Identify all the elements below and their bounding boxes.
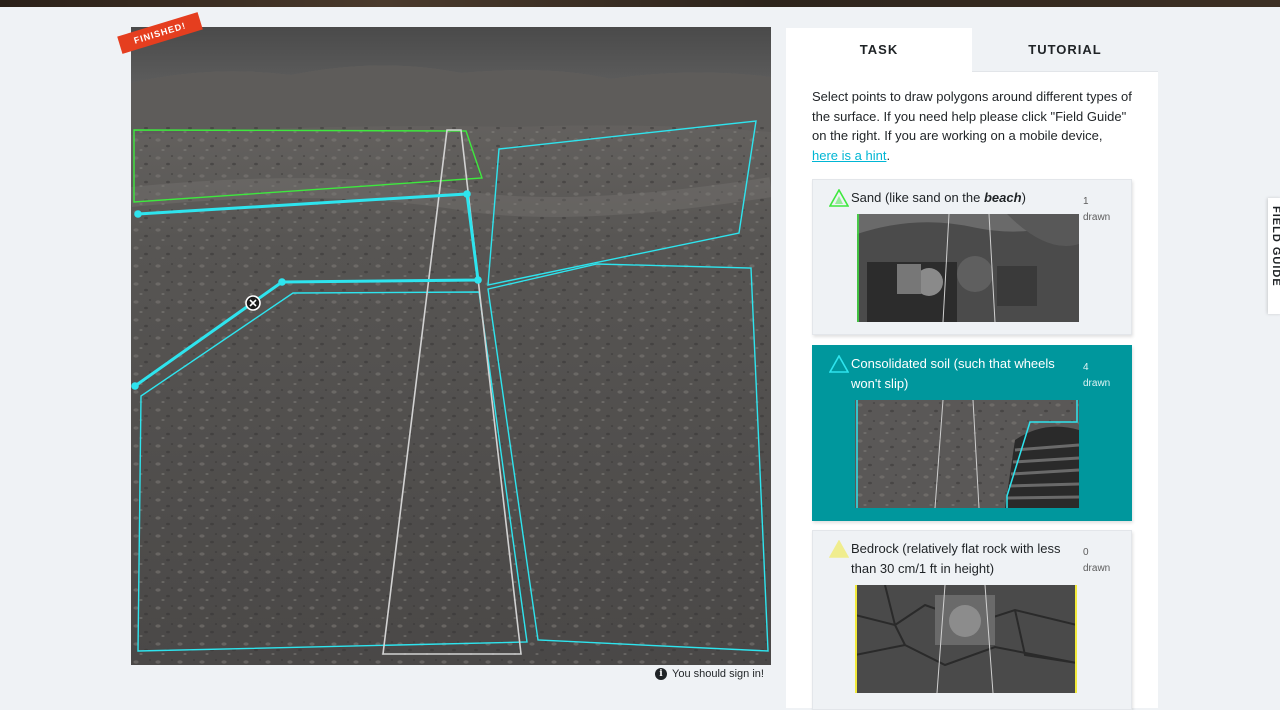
sand-triangle-icon xyxy=(829,189,849,207)
top-banner xyxy=(0,0,1280,7)
bedrock-example-image xyxy=(855,585,1077,693)
tab-task[interactable]: TASK xyxy=(786,28,972,72)
sign-in-notice[interactable]: i You should sign in! xyxy=(655,668,764,680)
tool-bedrock-count: 0 drawn xyxy=(1083,547,1111,574)
task-tabs: TASK TUTORIAL xyxy=(786,28,1158,72)
sand-example-image xyxy=(857,214,1079,322)
info-icon: i xyxy=(655,668,667,680)
soil-example-image xyxy=(855,400,1079,508)
delete-mark-icon[interactable] xyxy=(245,295,261,311)
vertex-handle[interactable] xyxy=(131,382,139,390)
tool-sand[interactable]: Sand (like sand on the beach) 1 drawn xyxy=(812,179,1132,335)
subject-image[interactable] xyxy=(131,27,771,665)
vertex-handle[interactable] xyxy=(474,276,482,284)
tool-consolidated-soil[interactable]: Consolidated soil (such that wheels won'… xyxy=(812,345,1132,521)
tool-soil-count: 4 drawn xyxy=(1083,362,1111,389)
instructions-end: . xyxy=(886,147,891,163)
tab-tutorial[interactable]: TUTORIAL xyxy=(972,28,1158,72)
tool-soil-label: Consolidated soil (such that wheels won'… xyxy=(851,356,1055,391)
tool-bedrock-label: Bedrock (relatively flat rock with less … xyxy=(851,541,1061,576)
soil-triangle-icon xyxy=(829,355,849,373)
sign-in-text: You should sign in! xyxy=(672,668,764,680)
vertex-handle[interactable] xyxy=(278,278,286,286)
hint-link[interactable]: here is a hint xyxy=(812,148,886,163)
vertex-handle[interactable] xyxy=(463,190,471,198)
tool-bedrock[interactable]: Bedrock (relatively flat rock with less … xyxy=(812,530,1132,710)
tool-sand-label: Sand (like sand on the beach) xyxy=(851,190,1026,205)
field-guide-tab[interactable]: FIELD GUIDE xyxy=(1268,198,1280,314)
instructions-text: Select points to draw polygons around di… xyxy=(812,89,1132,143)
bedrock-triangle-icon xyxy=(829,540,849,558)
vertex-handle[interactable] xyxy=(134,210,142,218)
task-instructions: Select points to draw polygons around di… xyxy=(812,87,1132,165)
field-guide-label: FIELD GUIDE xyxy=(1270,206,1280,287)
subject-viewer[interactable] xyxy=(131,27,771,665)
task-panel: TASK TUTORIAL Select points to draw poly… xyxy=(786,28,1158,710)
tool-sand-count: 1 drawn xyxy=(1083,196,1111,223)
